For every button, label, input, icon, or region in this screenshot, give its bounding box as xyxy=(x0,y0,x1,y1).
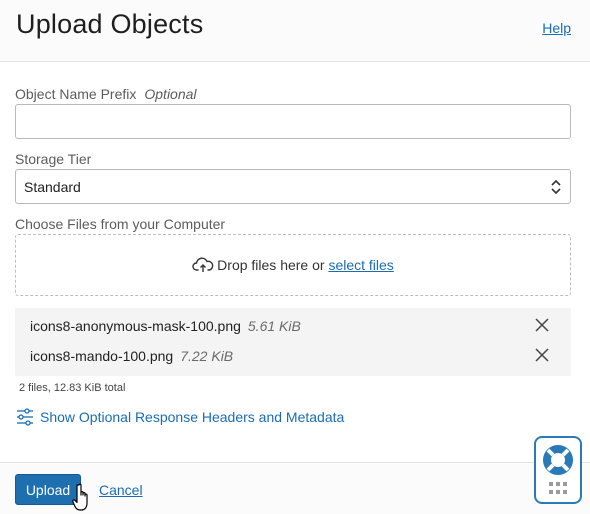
file-dropzone[interactable]: Drop files here or select files xyxy=(15,234,571,296)
storage-tier-select[interactable]: Standard xyxy=(15,169,571,204)
hand-cursor-icon xyxy=(72,483,88,511)
panel-header: Upload Objects Help xyxy=(0,0,590,62)
show-optional-headers-label: Show Optional Response Headers and Metad… xyxy=(40,409,345,425)
cloud-upload-icon xyxy=(192,257,214,272)
page-title: Upload Objects xyxy=(16,9,204,39)
close-icon[interactable] xyxy=(535,348,549,362)
show-optional-headers-link[interactable]: Show Optional Response Headers and Metad… xyxy=(16,408,344,426)
file-name-text: icons8-anonymous-mask-100.png xyxy=(30,318,241,334)
file-size: 7.22 KiB xyxy=(180,348,234,364)
drop-text: Drop files here or xyxy=(217,257,325,273)
list-item: icons8-anonymous-mask-100.png 5.61 KiB xyxy=(15,310,571,340)
chevron-up-down-icon xyxy=(551,179,561,195)
drag-handle-icon[interactable] xyxy=(548,481,568,495)
file-name-text: icons8-mando-100.png xyxy=(30,348,174,364)
file-list: icons8-anonymous-mask-100.png 5.61 KiB ic… xyxy=(15,308,571,376)
files-summary: 2 files, 12.83 KiB total xyxy=(19,382,126,394)
list-item: icons8-mando-100.png 7.22 KiB xyxy=(15,340,571,370)
storage-tier-value: Standard xyxy=(24,179,81,195)
file-size: 5.61 KiB xyxy=(247,318,301,334)
optional-hint: Optional xyxy=(144,86,197,102)
help-link[interactable]: Help xyxy=(542,20,571,36)
object-name-prefix-label-text: Object Name Prefix xyxy=(15,86,137,102)
choose-files-label: Choose Files from your Computer xyxy=(15,216,226,232)
sliders-icon xyxy=(17,408,33,426)
help-widget-button[interactable] xyxy=(534,436,582,504)
lifebuoy-icon xyxy=(543,445,573,475)
file-name: icons8-anonymous-mask-100.png 5.61 KiB xyxy=(30,318,301,334)
select-files-link[interactable]: select files xyxy=(328,257,393,273)
file-name: icons8-mando-100.png 7.22 KiB xyxy=(30,348,233,364)
dropzone-content: Drop files here or select files xyxy=(16,257,570,273)
close-icon[interactable] xyxy=(535,318,549,332)
cancel-link[interactable]: Cancel xyxy=(99,482,143,498)
upload-objects-panel: Upload Objects Help Object Name Prefix Op… xyxy=(0,0,590,514)
object-name-prefix-input[interactable] xyxy=(15,104,571,139)
object-name-prefix-label: Object Name Prefix Optional xyxy=(15,86,197,102)
storage-tier-label: Storage Tier xyxy=(15,151,92,167)
